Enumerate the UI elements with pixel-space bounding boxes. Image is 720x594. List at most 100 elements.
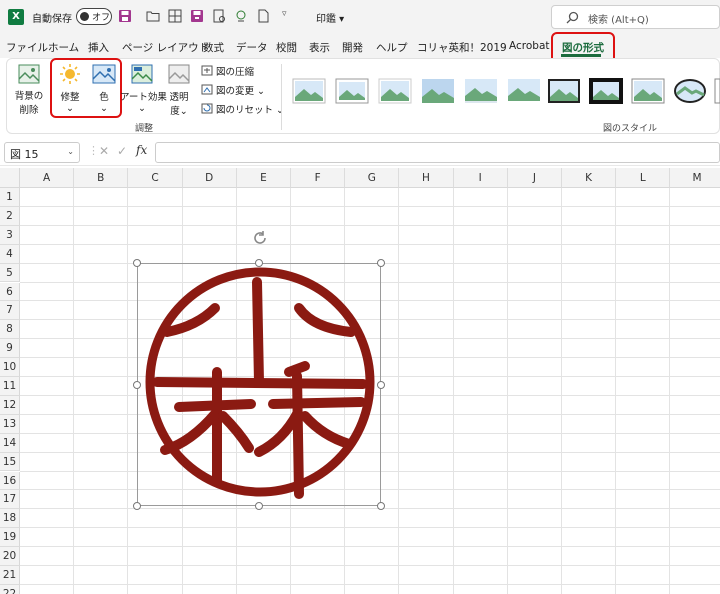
- resize-handle[interactable]: [377, 502, 385, 510]
- table-grid-icon[interactable]: [168, 9, 182, 23]
- row-header-1[interactable]: 1: [0, 188, 20, 207]
- picture-style-8[interactable]: [589, 78, 623, 104]
- transparency-button[interactable]: 透明 度⌄: [166, 89, 192, 117]
- resize-handle[interactable]: [377, 380, 385, 389]
- column-header-D[interactable]: D: [182, 168, 237, 188]
- row-header-9[interactable]: 9: [0, 339, 20, 359]
- tab-koryaeiwa[interactable]: コリャ英和！2019: [417, 40, 507, 55]
- change-picture-button[interactable]: 図の変更 ⌄: [216, 83, 265, 97]
- tab-file[interactable]: ファイル: [6, 40, 48, 55]
- resize-handle[interactable]: [255, 259, 263, 267]
- resize-handle[interactable]: [133, 502, 141, 510]
- row-header-16[interactable]: 16: [0, 471, 20, 491]
- print-preview-icon[interactable]: [212, 9, 226, 23]
- row-header-17[interactable]: 17: [0, 490, 20, 510]
- picture-style-6[interactable]: [507, 78, 541, 104]
- picture-style-11-partial[interactable]: [714, 78, 720, 104]
- customize-toolbar-icon[interactable]: ▿: [282, 9, 296, 23]
- seal-stamp-image[interactable]: [139, 264, 379, 504]
- resize-handle[interactable]: [255, 502, 263, 510]
- name-box[interactable]: 図 15 ⌄: [4, 142, 80, 163]
- row-header-20[interactable]: 20: [0, 547, 20, 566]
- column-header-I[interactable]: I: [453, 168, 508, 188]
- picture-style-4[interactable]: [421, 78, 455, 104]
- row-header-19[interactable]: 19: [0, 528, 20, 548]
- formula-input[interactable]: [155, 142, 720, 163]
- tab-formulas[interactable]: 数式: [203, 40, 224, 55]
- compress-pictures-button[interactable]: 図の圧縮: [216, 64, 254, 78]
- tab-page-layout[interactable]: ページ レイアウト: [122, 40, 209, 55]
- resize-handle[interactable]: [133, 259, 141, 267]
- row-header-8[interactable]: 8: [0, 320, 20, 340]
- title-bar: X 自動保存 オフ ▿ 印鑑 ▾ 検索 (Alt+Q): [0, 0, 720, 34]
- row-header-21[interactable]: 21: [0, 566, 20, 585]
- picture-style-1[interactable]: [292, 78, 326, 104]
- tab-view[interactable]: 表示: [309, 40, 330, 55]
- column-header-F[interactable]: F: [291, 168, 346, 188]
- group-separator: [281, 64, 282, 130]
- column-header-A[interactable]: A: [20, 168, 75, 188]
- open-folder-icon[interactable]: [146, 9, 160, 23]
- gridline-vertical: [561, 188, 562, 594]
- select-all-corner[interactable]: [0, 168, 20, 188]
- resize-handle[interactable]: [377, 259, 385, 267]
- document-icon[interactable]: [256, 9, 270, 23]
- highlight-adjust-buttons: [50, 58, 122, 118]
- confirm-entry-icon[interactable]: ✓: [117, 144, 127, 158]
- tab-developer[interactable]: 開発: [342, 40, 363, 55]
- column-header-B[interactable]: B: [74, 168, 129, 188]
- picture-style-9[interactable]: [631, 78, 665, 104]
- row-header-11[interactable]: 11: [0, 377, 20, 396]
- tab-help[interactable]: ヘルプ: [376, 40, 408, 55]
- reset-picture-button[interactable]: 図のリセット ⌄: [216, 102, 284, 116]
- autosave-toggle[interactable]: オフ: [76, 8, 112, 25]
- picture-style-7[interactable]: [547, 78, 581, 104]
- row-header-15[interactable]: 15: [0, 452, 20, 472]
- formula-bar-divider-icon: ⋮: [88, 144, 99, 157]
- name-box-value: 図 15: [10, 148, 39, 161]
- picture-style-5[interactable]: [464, 78, 498, 104]
- save-icon[interactable]: [118, 9, 132, 23]
- tab-acrobat[interactable]: Acrobat: [509, 40, 550, 52]
- row-header-6[interactable]: 6: [0, 282, 20, 302]
- picture-style-3[interactable]: [378, 78, 412, 104]
- tab-review[interactable]: 校閲: [276, 40, 297, 55]
- resize-handle[interactable]: [133, 380, 141, 389]
- row-header-12[interactable]: 12: [0, 395, 20, 415]
- column-header-C[interactable]: C: [128, 168, 183, 188]
- search-placeholder: 検索 (Alt+Q): [588, 15, 649, 26]
- tab-insert[interactable]: 挿入: [88, 40, 109, 55]
- row-header-10[interactable]: 10: [0, 358, 20, 377]
- row-header-13[interactable]: 13: [0, 414, 20, 434]
- row-header-7[interactable]: 7: [0, 301, 20, 321]
- row-header-22[interactable]: 22: [0, 584, 20, 594]
- rotate-handle-icon[interactable]: [251, 229, 269, 247]
- artistic-effects-button[interactable]: アート効果 ⌄: [120, 89, 167, 114]
- row-header-5[interactable]: 5: [0, 263, 20, 283]
- insert-function-icon[interactable]: fx: [136, 143, 147, 157]
- cancel-entry-icon[interactable]: ✕: [99, 144, 109, 158]
- search-box[interactable]: 検索 (Alt+Q): [551, 5, 720, 29]
- column-header-L[interactable]: L: [616, 168, 671, 188]
- gridline-horizontal: [20, 224, 720, 226]
- picture-style-2[interactable]: [335, 78, 369, 104]
- column-header-M[interactable]: M: [670, 168, 720, 188]
- picture-style-10-oval[interactable]: [673, 78, 707, 104]
- row-header-4[interactable]: 4: [0, 244, 20, 264]
- tab-data[interactable]: データ: [236, 40, 268, 55]
- row-header-18[interactable]: 18: [0, 509, 20, 529]
- remove-background-button[interactable]: 背景の 削除: [10, 88, 48, 116]
- column-header-J[interactable]: J: [507, 168, 562, 188]
- row-header-14[interactable]: 14: [0, 433, 20, 453]
- row-header-3[interactable]: 3: [0, 225, 20, 245]
- tab-home[interactable]: ホーム: [48, 40, 79, 55]
- gridline-horizontal: [20, 583, 720, 585]
- gridline-vertical: [615, 188, 617, 594]
- share-icon[interactable]: [234, 9, 248, 23]
- column-header-E[interactable]: E: [236, 168, 291, 188]
- column-header-H[interactable]: H: [399, 168, 454, 188]
- save-as-icon[interactable]: [190, 9, 204, 23]
- column-header-G[interactable]: G: [345, 168, 400, 188]
- row-header-2[interactable]: 2: [0, 206, 20, 226]
- column-header-K[interactable]: K: [562, 168, 617, 188]
